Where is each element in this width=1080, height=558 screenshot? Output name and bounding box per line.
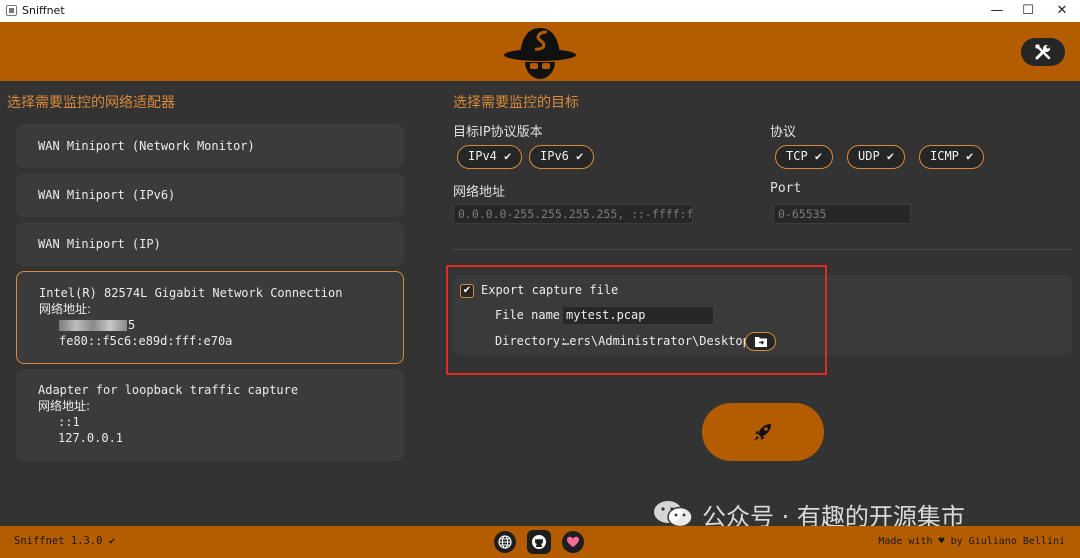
adapters-section-title: 选择需要监控的网络适配器: [7, 95, 175, 111]
version-label: Sniffnet 1.3.0 ✔: [14, 535, 116, 547]
app-icon: [6, 5, 17, 16]
port-filter-label: Port: [770, 181, 802, 196]
wrench-screwdriver-icon: [1035, 44, 1051, 60]
minimize-button[interactable]: —: [980, 0, 1014, 22]
targets-section-title: 选择需要监控的目标: [453, 95, 579, 111]
adapter-name: WAN Miniport (IP): [38, 237, 161, 251]
adapter-address-label: 网络地址:: [39, 302, 92, 316]
adapter-address: 127.0.0.1: [58, 431, 124, 445]
close-button[interactable]: ✕: [1045, 0, 1079, 22]
adapter-name: WAN Miniport (IPv6): [38, 188, 176, 202]
adapter-name: Intel(R) 82574L Gigabit Network Connecti…: [39, 286, 343, 300]
app-footer: Sniffnet 1.3.0 ✔ Made with ♥ by Giuliano…: [0, 526, 1080, 558]
adapter-name: Adapter for loopback traffic capture: [38, 383, 299, 397]
github-icon: [532, 535, 546, 549]
website-link[interactable]: [494, 531, 516, 553]
udp-toggle[interactable]: UDP ✔: [847, 145, 906, 169]
port-filter-input[interactable]: 0-65535: [773, 204, 911, 224]
settings-button[interactable]: [1021, 38, 1065, 66]
ipv4-toggle[interactable]: IPv4 ✔: [457, 145, 523, 169]
made-with-text: Made with ♥ by Giuliano Bellini: [878, 536, 1065, 547]
adapter-item[interactable]: WAN Miniport (IP): [16, 222, 404, 266]
redacted-address: [59, 320, 127, 331]
protocol-label: 协议: [770, 125, 797, 140]
heart-icon: ♥: [938, 536, 945, 547]
adapter-address: 5: [39, 317, 381, 333]
adapter-address-label: 网络地址:: [38, 399, 91, 413]
adapter-item[interactable]: WAN Miniport (Network Monitor): [16, 124, 404, 168]
github-link[interactable]: [527, 530, 551, 554]
address-filter-label: 网络地址: [453, 185, 506, 200]
adapter-name: WAN Miniport (Network Monitor): [38, 139, 255, 153]
address-filter-input[interactable]: 0.0.0.0-255.255.255.255, ::-ffff:fff: [453, 204, 693, 224]
window-title: Sniffnet: [22, 4, 65, 17]
heart-icon: [567, 536, 579, 547]
highlight-frame: [446, 265, 827, 375]
window-titlebar: Sniffnet — ☐ ✕: [0, 0, 1080, 22]
tcp-toggle[interactable]: TCP ✔: [775, 145, 834, 169]
divider: [452, 249, 1072, 250]
icmp-toggle[interactable]: ICMP ✔: [919, 145, 985, 169]
wechat-icon: [654, 501, 693, 528]
adapter-address: fe80::f5c6:e89d:fff:e70a: [59, 334, 233, 348]
adapter-item-selected[interactable]: Intel(R) 82574L Gigabit Network Connecti…: [16, 271, 404, 364]
rocket-icon: [754, 424, 771, 441]
ipv6-toggle[interactable]: IPv6 ✔: [529, 145, 595, 169]
maximize-button[interactable]: ☐: [1011, 0, 1045, 22]
spy-hat-logo-icon: [504, 28, 576, 79]
sponsor-link[interactable]: [562, 531, 584, 553]
app-header: [0, 22, 1080, 81]
adapter-item[interactable]: Adapter for loopback traffic capture 网络地…: [16, 369, 404, 461]
adapter-item[interactable]: WAN Miniport (IPv6): [16, 173, 404, 217]
ip-version-label: 目标IP协议版本: [453, 125, 543, 140]
start-capture-button[interactable]: [702, 403, 824, 461]
adapter-address: ::1: [58, 415, 80, 429]
globe-icon: [498, 535, 512, 549]
